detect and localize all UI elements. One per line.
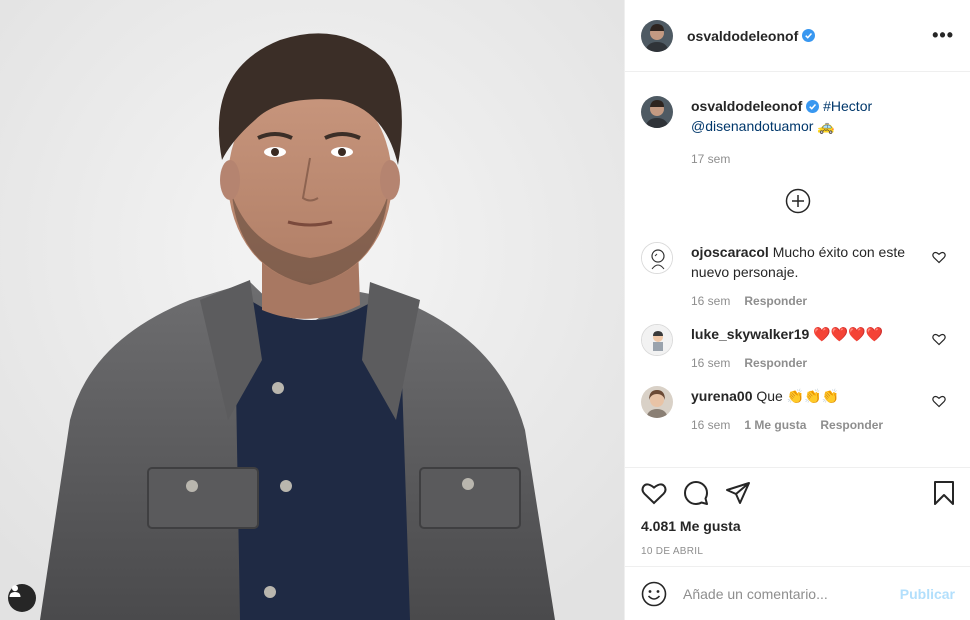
commenter-avatar[interactable] — [641, 242, 673, 274]
comment-composer: Publicar — [625, 566, 970, 620]
comment-text: Que 👏👏👏 — [756, 388, 840, 404]
caption-time: 17 sem — [691, 152, 731, 166]
likes-count[interactable]: 4.081 Me gusta — [641, 518, 955, 534]
post-actions: 4.081 Me gusta 10 DE ABRIL — [625, 467, 970, 557]
post-photo[interactable] — [0, 0, 624, 620]
comment-item: ojoscaracol Mucho éxito con este nuevo pe… — [641, 242, 954, 308]
commenter-username[interactable]: luke_skywalker19 — [691, 326, 809, 342]
comment-icon[interactable] — [683, 480, 709, 506]
post-image — [0, 0, 624, 620]
comment-text: ❤️❤️❤️❤️ — [813, 326, 883, 342]
load-more-comments-button[interactable] — [641, 188, 954, 214]
author-username[interactable]: osvaldodeleonof — [687, 28, 798, 44]
plus-circle-icon — [785, 188, 810, 214]
comments-section: osvaldodeleonof #Hector @disenandotuamor… — [625, 72, 970, 467]
like-heart-icon[interactable] — [641, 481, 667, 505]
comment-item: luke_skywalker19 ❤️❤️❤️❤️ 16 sem Respond… — [641, 324, 954, 370]
more-options-button[interactable]: ••• — [932, 25, 954, 46]
comment-time: 16 sem — [691, 356, 731, 370]
caption: osvaldodeleonof #Hector @disenandotuamor… — [641, 88, 954, 166]
like-comment-heart-icon[interactable] — [932, 332, 946, 346]
caption-mention[interactable]: @disenandotuamor — [691, 118, 813, 134]
verified-badge-icon — [802, 29, 816, 42]
comment-text: Mucho éxito con este — [772, 244, 906, 260]
caption-hashtag[interactable]: #Hector — [823, 98, 872, 114]
emoji-picker-icon[interactable] — [641, 581, 667, 607]
post-header: osvaldodeleonof ••• — [625, 0, 970, 72]
post-date: 10 DE ABRIL — [641, 546, 704, 557]
reply-button[interactable]: Responder — [744, 294, 807, 308]
comment-time: 16 sem — [691, 418, 731, 432]
verified-badge-icon — [806, 100, 820, 113]
commenter-username[interactable]: ojoscaracol — [691, 244, 769, 260]
author-avatar[interactable] — [641, 19, 673, 52]
comment-time: 16 sem — [691, 294, 731, 308]
save-bookmark-icon[interactable] — [933, 480, 955, 506]
caption-username[interactable]: osvaldodeleonof — [691, 98, 802, 114]
reply-button[interactable]: Responder — [820, 418, 883, 432]
share-icon[interactable] — [725, 481, 751, 505]
post-viewer: osvaldodeleonof ••• osvaldodeleonof #Hec… — [0, 0, 970, 620]
action-icons — [641, 468, 955, 518]
commenter-avatar[interactable] — [641, 386, 673, 418]
like-comment-heart-icon[interactable] — [932, 394, 946, 408]
comment-item: yurena00 Que 👏👏👏 16 sem 1 Me gusta Respo… — [641, 386, 954, 432]
reply-button[interactable]: Responder — [744, 356, 807, 370]
publish-button[interactable]: Publicar — [900, 586, 955, 602]
comment-text: nuevo personaje. — [691, 264, 799, 280]
comment-likes-count[interactable]: 1 Me gusta — [744, 418, 806, 432]
post-side-panel: osvaldodeleonof ••• osvaldodeleonof #Hec… — [624, 0, 970, 620]
user-tag-button[interactable] — [8, 584, 36, 612]
like-comment-heart-icon[interactable] — [932, 250, 946, 264]
comment-input[interactable] — [683, 585, 883, 602]
taxi-emoji: 🚕 — [817, 118, 835, 134]
user-tag-icon — [9, 585, 21, 597]
caption-avatar[interactable] — [641, 96, 673, 128]
commenter-username[interactable]: yurena00 — [691, 388, 752, 404]
commenter-avatar[interactable] — [641, 324, 673, 356]
